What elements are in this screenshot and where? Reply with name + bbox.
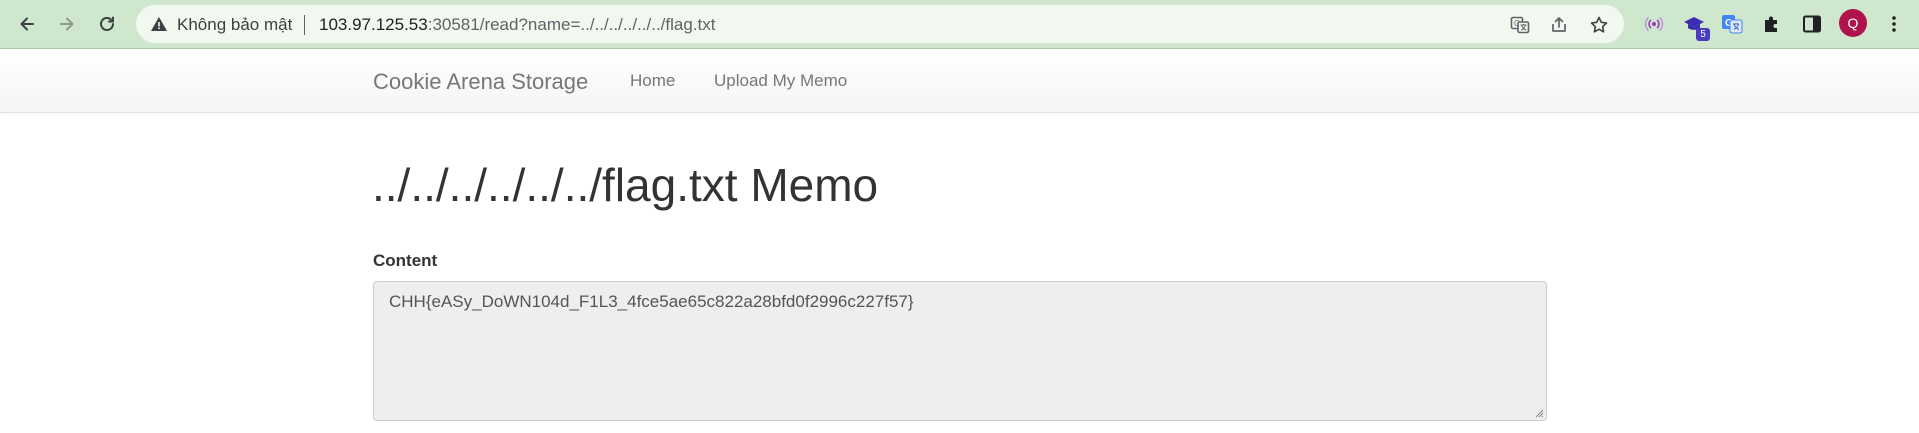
extensions-button[interactable] [1758,10,1786,38]
browser-menu-button[interactable] [1880,10,1908,38]
page-title: ../../../../../../flag.txt Memo [372,159,879,211]
arrow-right-icon [60,17,74,31]
nav-link-home[interactable]: Home [630,71,675,91]
side-panel-icon [1803,15,1821,33]
memo-content-textarea[interactable]: CHH{eASy_DoWN104d_F1L3_4fce5ae65c822a28b… [373,281,1547,421]
back-button[interactable] [12,9,42,39]
url-text[interactable]: 103.97.125.53:30581/read?name=../../../.… [319,15,715,35]
google-translate-icon: G [1722,15,1743,34]
translate-icon: G [1510,16,1530,34]
broadcast-icon [1644,17,1664,31]
address-bar[interactable]: Không bảo mật 103.97.125.53:30581/read?n… [136,5,1624,43]
brand-link[interactable]: Cookie Arena Storage [373,69,588,95]
share-icon [1552,17,1566,32]
browser-toolbar: Không bảo mật 103.97.125.53:30581/read?n… [0,0,1919,49]
translate-button[interactable]: G [1508,13,1532,37]
resize-handle-icon[interactable] [1534,408,1544,418]
extension-broadcast-button[interactable] [1640,10,1668,38]
nav-link-upload-memo[interactable]: Upload My Memo [714,71,847,91]
share-button[interactable] [1547,13,1571,37]
star-icon [1590,16,1608,33]
extension-badge: 5 [1696,28,1710,41]
url-path: :30581/read?name=../../../../../../flag.… [427,15,716,34]
extension-graduation-button[interactable]: 5 [1680,10,1710,41]
content-label: Content [373,251,438,270]
site-navbar: Cookie Arena Storage Home Upload My Memo [0,49,1919,113]
warning-icon[interactable] [150,15,168,33]
puzzle-icon [1765,16,1777,32]
bookmark-button[interactable] [1587,13,1611,37]
separator [304,15,305,35]
reload-icon [100,16,114,31]
url-host: 103.97.125.53 [319,15,428,34]
kebab-menu-icon [1892,16,1896,32]
reload-button[interactable] [92,9,122,39]
arrow-left-icon [20,17,34,31]
profile-avatar[interactable]: Q [1839,9,1867,37]
security-status[interactable]: Không bảo mật [177,15,292,35]
extension-translate-button[interactable]: G [1718,10,1746,38]
side-panel-button[interactable] [1798,10,1826,38]
forward-button[interactable] [52,9,82,39]
